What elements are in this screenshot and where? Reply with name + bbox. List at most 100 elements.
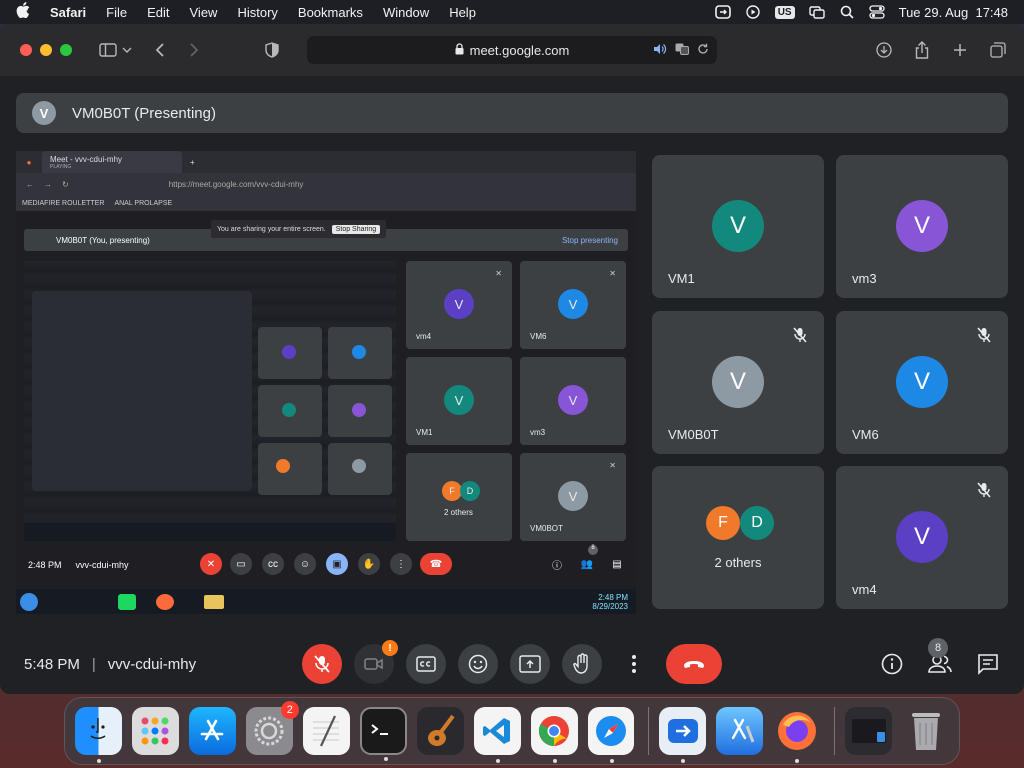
apple-menu-icon[interactable] — [16, 2, 32, 22]
participant-avatar: V — [896, 511, 948, 563]
play-icon[interactable] — [745, 5, 761, 19]
others-label: 2 others — [714, 555, 762, 570]
zoom-window-button[interactable] — [60, 44, 72, 56]
shared-controls-bar: 2:48 PM vvv-cdui-mhy ✕ ▭ cc ☺ ▣ ✋ ⋮ ☎ ⓘ … — [16, 545, 636, 579]
minimized-window-icon[interactable] — [845, 707, 893, 755]
meeting-info: 5:48 PM | vvv-cdui-mhy — [24, 656, 196, 673]
sidebar-toggle-icon[interactable] — [96, 38, 120, 62]
vscode-icon[interactable] — [473, 707, 521, 763]
safari-icon[interactable] — [587, 707, 635, 763]
participant-name: VM1 — [668, 271, 695, 286]
address-bar[interactable]: meet.google.com — [307, 36, 717, 64]
shared-taskbar-date: 8/29/2023 — [592, 601, 628, 611]
shared-camera-button: ▭ — [230, 553, 252, 575]
back-icon[interactable] — [148, 38, 172, 62]
participant-name: VM6 — [852, 427, 879, 442]
chrome-icon[interactable] — [530, 707, 578, 763]
info-separator: | — [91, 655, 96, 673]
downloads-icon[interactable] — [872, 38, 896, 62]
others-tile[interactable]: F D 2 others — [652, 466, 824, 609]
shared-stop-presenting: Stop presenting — [561, 235, 618, 245]
translate-icon[interactable] — [675, 43, 689, 58]
shared-tile-avatar: V — [444, 385, 474, 415]
menu-app-name[interactable]: Safari — [50, 5, 86, 20]
shared-start-icon — [20, 592, 38, 611]
meeting-details-button[interactable] — [878, 650, 906, 678]
notes-icon[interactable] — [302, 707, 350, 755]
menu-help[interactable]: Help — [449, 5, 476, 20]
participant-tile[interactable]: V VM1 — [652, 155, 824, 298]
participant-tile[interactable]: V vm3 — [836, 155, 1008, 298]
shared-hangup-button: ☎ — [420, 553, 452, 575]
finder-icon[interactable] — [75, 707, 122, 763]
meeting-controls: 5:48 PM | vvv-cdui-mhy ! 8 — [0, 636, 1024, 692]
participant-name: vm3 — [852, 271, 877, 286]
new-tab-icon[interactable] — [948, 38, 972, 62]
dock: 2 — [64, 697, 960, 765]
participant-tile[interactable]: V VM6 — [836, 311, 1008, 454]
spotlight-search-icon[interactable] — [839, 5, 855, 19]
menubar-clock[interactable]: Tue 29. Aug 17:48 — [899, 5, 1008, 20]
people-button[interactable]: 8 — [926, 638, 954, 678]
remote-desktop-app-icon[interactable] — [659, 707, 707, 763]
shared-hand-button: ✋ — [358, 553, 380, 575]
shared-forward-icon: → — [44, 179, 52, 189]
safari-window: meet.google.com V VM0B0T (Presenting) ● … — [0, 24, 1024, 694]
shared-folder-icon — [204, 594, 224, 609]
system-settings-icon[interactable]: 2 — [245, 701, 299, 755]
participant-avatar: F — [706, 506, 740, 540]
captions-button[interactable] — [406, 644, 446, 684]
launchpad-icon[interactable] — [131, 707, 179, 755]
minimize-window-button[interactable] — [40, 44, 52, 56]
camera-toggle-button[interactable]: ! — [354, 640, 398, 684]
garageband-icon[interactable] — [416, 707, 464, 755]
shared-meeting-code: vvv-cdui-mhy — [75, 560, 129, 570]
more-options-button[interactable] — [614, 644, 654, 684]
share-icon[interactable] — [910, 38, 934, 62]
forward-icon[interactable] — [182, 38, 206, 62]
shared-chat-icon: ▤ — [612, 558, 622, 570]
participant-avatar: V — [712, 356, 764, 408]
control-center-icon[interactable] — [868, 5, 885, 19]
input-source-badge[interactable]: US — [774, 5, 795, 19]
chat-button[interactable] — [974, 650, 1002, 678]
tab-overview-icon[interactable] — [986, 38, 1010, 62]
xcode-icon[interactable] — [716, 707, 764, 755]
mic-off-icon: ✕ — [609, 269, 616, 278]
emoji-reaction-button[interactable] — [458, 644, 498, 684]
shared-tile-name: vm4 — [416, 332, 432, 341]
shared-tile-name: 2 others — [444, 508, 473, 517]
shared-bookmark-2: ANAL PROLAPSE — [114, 199, 173, 207]
close-window-button[interactable] — [20, 44, 32, 56]
mic-toggle-button[interactable] — [302, 644, 342, 684]
app-store-icon[interactable] — [188, 707, 236, 755]
reload-icon[interactable] — [697, 43, 709, 58]
shared-screen[interactable]: ● Meet - vvv-cdui-mhy PLAYING + ← → ↻ ht… — [16, 151, 636, 614]
audio-playing-icon[interactable] — [653, 43, 667, 58]
privacy-shield-icon[interactable] — [260, 38, 284, 62]
shared-tile-avatar: V — [444, 289, 474, 319]
screen-mirroring-icon[interactable] — [808, 5, 825, 19]
trash-icon[interactable] — [902, 707, 949, 755]
participant-tile[interactable]: V VM0B0T — [652, 311, 824, 454]
menu-window[interactable]: Window — [383, 5, 429, 20]
present-screen-button[interactable] — [510, 644, 550, 684]
chevron-down-icon[interactable] — [120, 38, 134, 62]
raise-hand-button[interactable] — [562, 644, 602, 684]
menu-file[interactable]: File — [106, 5, 127, 20]
shared-captions-button: cc — [262, 553, 284, 575]
shared-tile: ✕ V vm4 — [406, 261, 512, 349]
terminal-icon[interactable] — [359, 707, 407, 761]
participant-tile[interactable]: V vm4 — [836, 466, 1008, 609]
settings-badge: 2 — [280, 701, 299, 719]
menu-history[interactable]: History — [237, 5, 277, 20]
participant-name: VM0B0T — [668, 427, 719, 442]
menu-view[interactable]: View — [190, 5, 218, 20]
shared-tab-title: Meet - vvv-cdui-mhy — [50, 155, 123, 164]
remote-desktop-icon[interactable] — [714, 5, 731, 19]
menu-edit[interactable]: Edit — [147, 5, 169, 20]
shared-tile: V VM1 — [406, 357, 512, 445]
menu-bookmarks[interactable]: Bookmarks — [298, 5, 363, 20]
firefox-dock-icon[interactable] — [773, 707, 820, 763]
hang-up-button[interactable] — [666, 644, 722, 684]
